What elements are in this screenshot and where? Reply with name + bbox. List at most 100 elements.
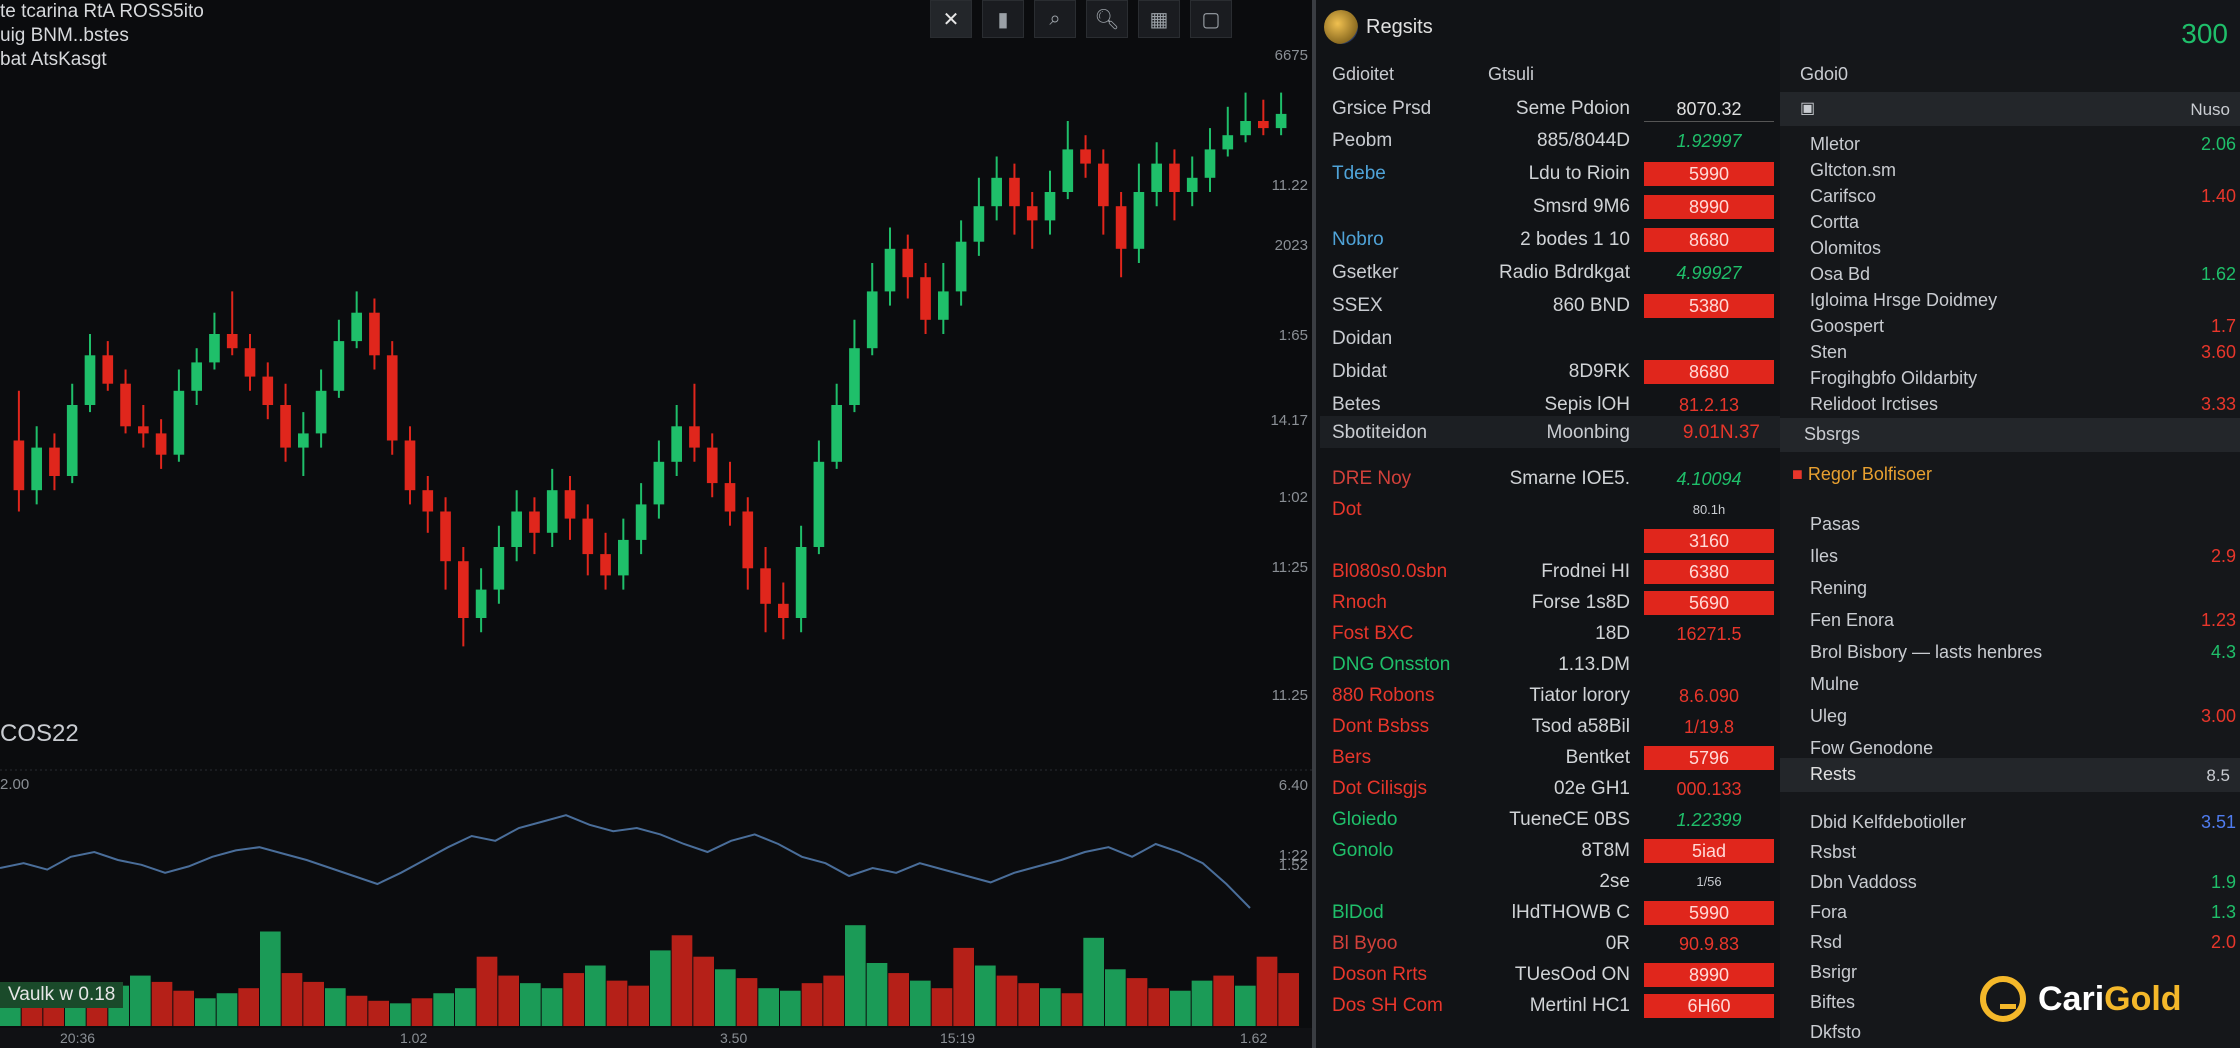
info-item-label[interactable]: Rsbst: [1810, 842, 1856, 863]
tab-left[interactable]: Gdioitet: [1332, 64, 1394, 85]
book-row[interactable]: Peobm 885/8044D 1.92997: [1320, 128, 1780, 156]
book-row[interactable]: 2se 1/56: [1320, 869, 1780, 897]
book-row-label: Fost BXC: [1332, 623, 1414, 644]
price-tick-label: 6675: [1275, 47, 1308, 64]
tab-mid[interactable]: Gtsuli: [1488, 64, 1534, 85]
book-row[interactable]: Bl080s0.0sbn Frodnei HI 6380: [1320, 559, 1780, 587]
info-item-label[interactable]: Uleg: [1810, 706, 1847, 727]
book-row[interactable]: 3160: [1320, 528, 1780, 556]
book-row[interactable]: Dbidat 8D9RK 8680: [1320, 359, 1780, 387]
book-row-value: 3160: [1644, 529, 1774, 553]
candle-body: [1258, 121, 1269, 129]
info-item-label[interactable]: Fora: [1810, 902, 1847, 923]
window-icon[interactable]: ▢: [1190, 0, 1232, 38]
book-row-value: [1644, 653, 1774, 677]
book-row[interactable]: Fost BXC 18D 16271.5: [1320, 621, 1780, 649]
candle-body: [191, 362, 202, 391]
book-row[interactable]: Dont Bsbss Tsod a58Bil 1/19.8: [1320, 714, 1780, 742]
book-row[interactable]: SSEX 860 BND 5380: [1320, 293, 1780, 321]
info-item-label[interactable]: Frogihgbfo Oildarbity: [1810, 368, 1977, 389]
book-row-value: 1.22399: [1676, 810, 1742, 830]
volume-bar: [693, 956, 714, 1026]
info-item-label[interactable]: Carifsco: [1810, 186, 1876, 207]
book-row[interactable]: Gsetker Radio Bdrdkgat 4.99927: [1320, 260, 1780, 288]
book-row[interactable]: Doson Rrts TUesOod ON 8990: [1320, 962, 1780, 990]
book-row-desc: Forse 1s8D: [1531, 592, 1630, 613]
info-item-label[interactable]: Biftes: [1810, 992, 1855, 1013]
info-tab[interactable]: Gdoi0: [1800, 64, 1848, 85]
volume-bar: [260, 931, 281, 1026]
info-item-label[interactable]: Pasas: [1810, 514, 1860, 535]
info-item-label[interactable]: Sten: [1810, 342, 1847, 363]
info-item-label[interactable]: Relidoot Irctises: [1810, 394, 1938, 415]
info-section-header[interactable]: Sbsrgs: [1780, 418, 2240, 452]
book-row-label: Bers: [1332, 747, 1372, 768]
book-row[interactable]: Tdebe Ldu to Rioin 5990: [1320, 161, 1780, 189]
info-item-label[interactable]: Iles: [1810, 546, 1838, 567]
info-item-label[interactable]: Rsd: [1810, 932, 1842, 953]
book-row-label: 880 Robons: [1332, 685, 1435, 706]
info-item-label[interactable]: Fen Enora: [1810, 610, 1894, 631]
info-line-2: uig BNM..bstes: [0, 25, 129, 46]
info-section2-header[interactable]: Rests 8.5: [1780, 758, 2240, 792]
volume-label: Vaulk w 0.18: [0, 982, 124, 1008]
section-title: Sbotiteidon: [1332, 422, 1428, 443]
trash-icon[interactable]: ▮: [982, 0, 1024, 38]
candle-body: [991, 177, 1002, 207]
book-row[interactable]: Dot 80.1h: [1320, 497, 1780, 525]
book-row[interactable]: Nobro 2 bodes 1 10 8680: [1320, 227, 1780, 255]
info-item-label[interactable]: Bsrigr: [1810, 962, 1857, 983]
price-chart[interactable]: 667511.2220231:6514.171:0211:2511.251:22…: [0, 0, 1312, 1048]
book-row[interactable]: Gonolo 8T8M 5iad: [1320, 838, 1780, 866]
candle-body: [1240, 121, 1251, 136]
book-row[interactable]: DRE Noy Smarne IOE5. 4.10094: [1320, 466, 1780, 494]
info-item-label[interactable]: Brol Bisbory — lasts henbres: [1810, 642, 2042, 663]
book-row-label: Bl Byoo: [1332, 933, 1398, 954]
info-item-value: 1.9: [2210, 872, 2236, 892]
info-item-label[interactable]: Dkfsto: [1810, 1022, 1861, 1043]
book-row[interactable]: Smsrd 9M6 8990: [1320, 194, 1780, 222]
info-item-label[interactable]: Olomitos: [1810, 238, 1881, 259]
layout-icon[interactable]: ▦: [1138, 0, 1180, 38]
book-row[interactable]: Doidan: [1320, 326, 1780, 354]
book-row[interactable]: Gloiedo TueneCE 0BS 1.22399: [1320, 807, 1780, 835]
section-item[interactable]: ■ Regor Bolfisoer: [1792, 464, 1932, 485]
volume-bar: [520, 983, 541, 1026]
zoom-icon[interactable]: ⌕: [1034, 0, 1076, 38]
candle-body: [173, 390, 185, 455]
info-item-label[interactable]: Fow Genodone: [1810, 738, 1933, 759]
candle-body: [440, 511, 451, 562]
candle-body: [849, 348, 860, 405]
search-icon[interactable]: 🔍︎: [1086, 0, 1128, 38]
book-title: Regsits: [1366, 15, 1433, 38]
book-row-value: 8680: [1644, 360, 1774, 384]
candle-body: [369, 312, 380, 356]
candle-body: [351, 312, 362, 342]
info-item-label[interactable]: Gltcton.sm: [1810, 160, 1896, 181]
info-item-label[interactable]: Dbn Vaddoss: [1810, 872, 1917, 893]
book-row[interactable]: Rnoch Forse 1s8D 5690: [1320, 590, 1780, 618]
chart-panel[interactable]: 6675 11.22 2023 1:65 14.17 1:02 11:25 11.25 1:22…: [0, 0, 1312, 1048]
square-icon: ▣: [1800, 100, 1816, 117]
info-item-label[interactable]: Dbid Kelfdebotioller: [1810, 812, 1966, 833]
book-row[interactable]: Bl Byoo 0R 90.9.83: [1320, 931, 1780, 959]
book-row-desc: Frodnei HI: [1541, 561, 1630, 582]
section-col3: 9.01N.37: [1682, 422, 1760, 443]
candle-body: [1062, 149, 1074, 192]
cursor-icon[interactable]: ✕: [930, 0, 972, 38]
book-row[interactable]: DNG Onsston 1.13.DM: [1320, 652, 1780, 680]
book-row[interactable]: BlDod lHdTHOWB C 5990: [1320, 900, 1780, 928]
info-item-label[interactable]: Mletor: [1810, 134, 1860, 155]
info-item-label[interactable]: Goospert: [1810, 316, 1884, 337]
book-row[interactable]: Bers Bentket 5796: [1320, 745, 1780, 773]
book-section-header[interactable]: Sbotiteidon Moonbing 9.01N.37: [1320, 416, 1780, 448]
info-item-label[interactable]: Osa Bd: [1810, 264, 1870, 285]
book-row[interactable]: Dos SH Com Mertinl HC1 6H60: [1320, 993, 1780, 1021]
book-row[interactable]: Dot Cilisgjs 02e GH1 000.133: [1320, 776, 1780, 804]
info-item-label[interactable]: Rening: [1810, 578, 1867, 599]
book-row[interactable]: 880 Robons Tiator lorory 8.6.090: [1320, 683, 1780, 711]
info-item-label[interactable]: Cortta: [1810, 212, 1859, 233]
candle-body: [102, 355, 114, 384]
info-item-label[interactable]: Mulne: [1810, 674, 1859, 695]
info-item-label[interactable]: Igloima Hrsge Doidmey: [1810, 290, 1997, 311]
